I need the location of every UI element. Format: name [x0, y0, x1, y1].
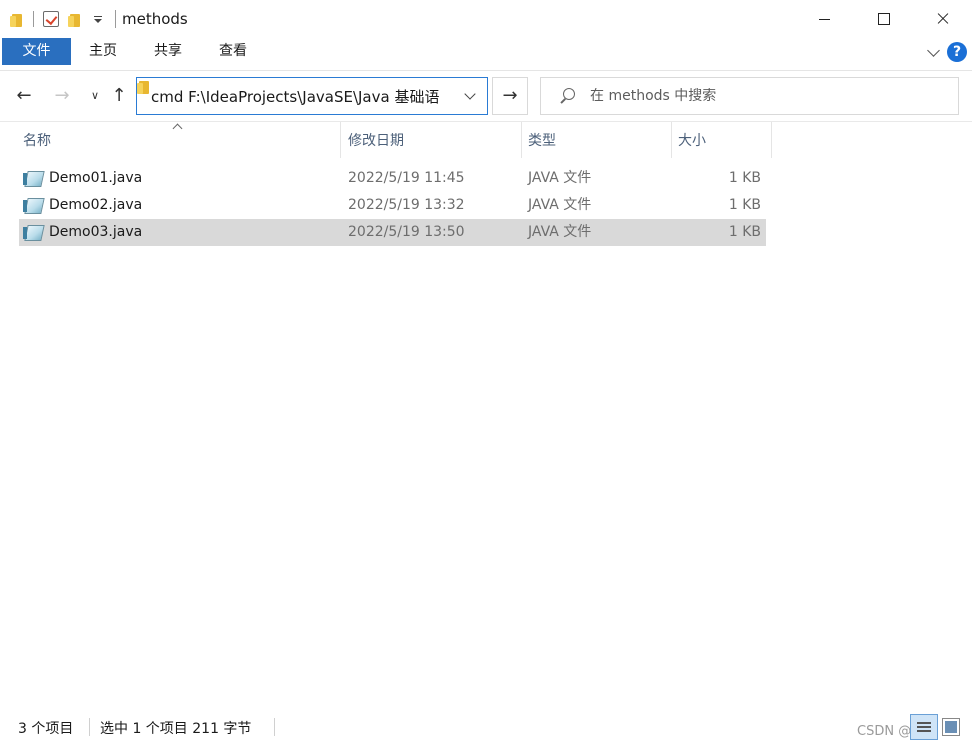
- customize-toolbar-dropdown-icon[interactable]: [91, 11, 105, 27]
- file-size: 1 KB: [728, 197, 761, 213]
- search-box[interactable]: [540, 77, 959, 115]
- address-bar[interactable]: cmd F:\IdeaProjects\JavaSE\Java 基础语: [136, 77, 488, 115]
- file-type: JAVA 文件: [528, 170, 592, 186]
- tab-share[interactable]: 共享: [150, 38, 186, 65]
- java-file-icon: [23, 197, 43, 213]
- search-input[interactable]: [590, 88, 950, 104]
- tab-home[interactable]: 主页: [86, 38, 120, 65]
- expand-ribbon-chevron-icon[interactable]: [928, 46, 940, 58]
- search-icon: [558, 87, 576, 105]
- ribbon-tabs: 文件 主页 共享 查看 ?: [0, 38, 972, 68]
- navigation-bar: ← → ∨ ↑ cmd F:\IdeaProjects\JavaSE\Java …: [0, 70, 972, 120]
- window-controls: [795, 0, 972, 38]
- sort-ascending-icon: [172, 122, 184, 130]
- java-file-icon: [23, 170, 43, 186]
- maximize-button[interactable]: [854, 0, 913, 38]
- file-name: Demo03.java: [49, 224, 143, 240]
- file-rows: Demo01.java 2022/5/19 11:45 JAVA 文件 1 KB…: [19, 165, 766, 246]
- window-title: methods: [122, 10, 188, 28]
- column-header-size[interactable]: 大小: [672, 122, 772, 158]
- folder-icon: [10, 11, 24, 27]
- address-dropdown-chevron-icon[interactable]: [465, 90, 475, 100]
- address-input[interactable]: cmd F:\IdeaProjects\JavaSE\Java 基础语: [151, 86, 445, 107]
- table-row[interactable]: Demo01.java 2022/5/19 11:45 JAVA 文件 1 KB: [19, 165, 766, 192]
- column-header-type[interactable]: 类型: [522, 122, 672, 158]
- java-file-icon: [23, 224, 43, 240]
- status-divider: [89, 718, 90, 736]
- file-name: Demo02.java: [49, 197, 143, 213]
- status-bar: 3 个项目 选中 1 个项目 211 字节 CSDN @悲欢: [0, 712, 972, 743]
- table-row-selected[interactable]: Demo03.java 2022/5/19 13:50 JAVA 文件 1 KB: [19, 219, 766, 246]
- minimize-button[interactable]: [795, 0, 854, 38]
- file-list: 名称 修改日期 类型 大小 Demo01.java 2022/5/19 11:4…: [0, 121, 972, 701]
- details-view-icon[interactable]: [910, 714, 938, 740]
- file-name: Demo01.java: [49, 170, 143, 186]
- large-icons-view-icon[interactable]: [942, 718, 960, 736]
- up-button[interactable]: ↑: [108, 85, 130, 107]
- file-type: JAVA 文件: [528, 224, 592, 240]
- close-button[interactable]: [913, 0, 972, 38]
- file-date: 2022/5/19 13:32: [348, 197, 465, 213]
- file-size: 1 KB: [728, 170, 761, 186]
- new-folder-icon[interactable]: [68, 11, 82, 27]
- title-divider: [115, 10, 116, 28]
- recent-locations-button[interactable]: ∨: [84, 85, 106, 107]
- file-type: JAVA 文件: [528, 197, 592, 213]
- file-date: 2022/5/19 13:50: [348, 224, 465, 240]
- file-size: 1 KB: [728, 224, 761, 240]
- tab-file[interactable]: 文件: [2, 38, 71, 65]
- toolbar-divider: [33, 11, 34, 27]
- selection-info: 选中 1 个项目 211 字节: [100, 721, 252, 737]
- tab-view[interactable]: 查看: [215, 38, 251, 65]
- go-button[interactable]: →: [492, 77, 528, 115]
- title-bar: methods: [0, 0, 972, 38]
- back-button[interactable]: ←: [13, 85, 35, 107]
- column-header-date[interactable]: 修改日期: [342, 122, 522, 158]
- file-date: 2022/5/19 11:45: [348, 170, 465, 186]
- properties-icon[interactable]: [43, 11, 59, 27]
- help-icon[interactable]: ?: [947, 42, 967, 62]
- quick-access-toolbar: methods: [0, 0, 188, 38]
- table-row[interactable]: Demo02.java 2022/5/19 13:32 JAVA 文件 1 KB: [19, 192, 766, 219]
- item-count: 3 个项目: [18, 721, 74, 737]
- forward-button[interactable]: →: [51, 85, 73, 107]
- column-headers: 名称 修改日期 类型 大小: [0, 122, 772, 158]
- status-divider: [274, 718, 275, 736]
